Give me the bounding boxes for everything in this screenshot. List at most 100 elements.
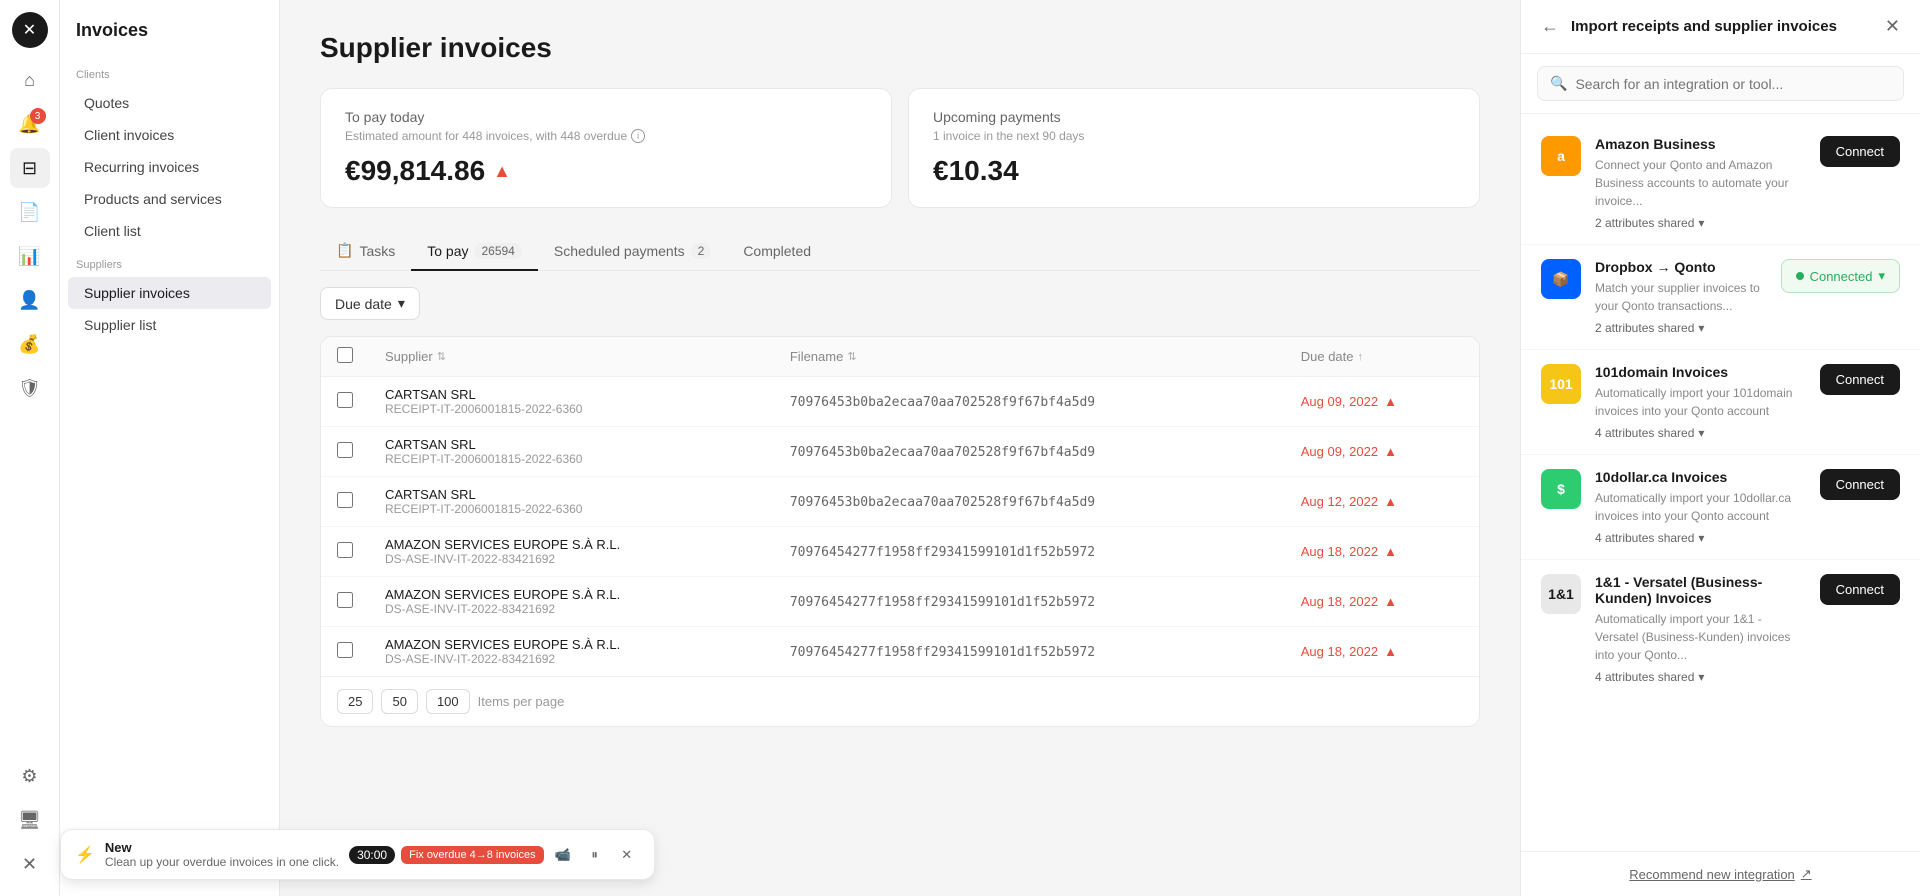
chevron-down-icon: ▾ bbox=[1698, 426, 1704, 440]
integration-attrs-dropbox-qonto[interactable]: 2 attributes shared ▾ bbox=[1595, 321, 1767, 335]
notif-icon: ⚡ bbox=[75, 845, 95, 865]
page-title: Supplier invoices bbox=[320, 32, 1480, 64]
notif-action[interactable]: Fix overdue 4→8 invoices bbox=[401, 846, 544, 864]
right-panel: ← Import receipts and supplier invoices … bbox=[1520, 0, 1920, 896]
sidebar-item-savings[interactable]: 💰 bbox=[10, 324, 50, 364]
row-checkbox[interactable] bbox=[337, 642, 353, 658]
connect-button-amazon-business[interactable]: Connect bbox=[1820, 136, 1900, 167]
tab-completed[interactable]: Completed bbox=[727, 232, 827, 271]
notif-timer: 30:00 bbox=[349, 846, 395, 864]
integration-name-10dollar: 10dollar.ca Invoices bbox=[1595, 469, 1806, 485]
panel-search: 🔍 bbox=[1521, 54, 1920, 114]
recommend-link[interactable]: Recommend new integration ↗ bbox=[1629, 866, 1811, 882]
filename-cell: 70976453b0ba2ecaa70aa702528f9f67bf4a5d9 bbox=[774, 377, 1285, 427]
sidebar-item-recurring-invoices[interactable]: Recurring invoices bbox=[68, 151, 271, 183]
sidebar-item-quotes[interactable]: Quotes bbox=[68, 87, 271, 119]
close-icon[interactable]: ✕ bbox=[12, 12, 48, 48]
filename-value: 70976454277f1958ff29341599101d1f52b5972 bbox=[790, 545, 1095, 560]
sidebar-item-close-app[interactable]: ✕ bbox=[10, 844, 50, 884]
tab-to-pay[interactable]: To pay 26594 bbox=[411, 232, 538, 271]
tab-tasks[interactable]: 📋 Tasks bbox=[320, 232, 411, 271]
sidebar-item-home[interactable]: ⌂ bbox=[10, 60, 50, 100]
integration-info-101domain: 101domain Invoices Automatically import … bbox=[1595, 364, 1806, 440]
tabs: 📋 Tasks To pay 26594 Scheduled payments … bbox=[320, 232, 1480, 271]
connect-button-10dollar[interactable]: Connect bbox=[1820, 469, 1900, 500]
overdue-icon: ▲ bbox=[1384, 594, 1397, 609]
row-checkbox[interactable] bbox=[337, 442, 353, 458]
supplier-sort-icon[interactable]: ⇅ bbox=[437, 350, 446, 363]
supplier-ref: DS-ASE-INV-IT-2022-83421692 bbox=[385, 652, 758, 666]
integration-name-dropbox-qonto: Dropbox → Qonto bbox=[1595, 259, 1767, 275]
sidebar-item-supplier-list[interactable]: Supplier list bbox=[68, 309, 271, 341]
sidebar-item-analytics[interactable]: 📊 bbox=[10, 236, 50, 276]
integration-attrs-amazon-business[interactable]: 2 attributes shared ▾ bbox=[1595, 216, 1806, 230]
due-date-value: Aug 18, 2022 ▲ bbox=[1301, 644, 1463, 659]
chevron-down-icon: ▾ bbox=[1698, 216, 1704, 230]
due-date-cell: Aug 09, 2022 ▲ bbox=[1285, 427, 1479, 477]
connect-button-versatel[interactable]: Connect bbox=[1820, 574, 1900, 605]
table-row[interactable]: CARTSAN SRL RECEIPT-IT-2006001815-2022-6… bbox=[321, 477, 1479, 527]
sidebar-item-settings[interactable]: ⚙ bbox=[10, 756, 50, 796]
integration-item-101domain: 101 101domain Invoices Automatically imp… bbox=[1521, 350, 1920, 455]
sidebar-item-screen[interactable]: 🖥 bbox=[10, 800, 50, 840]
filename-value: 70976453b0ba2ecaa70aa702528f9f67bf4a5d9 bbox=[790, 445, 1095, 460]
row-checkbox[interactable] bbox=[337, 592, 353, 608]
filename-cell: 70976454277f1958ff29341599101d1f52b5972 bbox=[774, 577, 1285, 627]
due-date-cell: Aug 18, 2022 ▲ bbox=[1285, 577, 1479, 627]
row-checkbox[interactable] bbox=[337, 542, 353, 558]
select-all-checkbox[interactable] bbox=[337, 347, 353, 363]
row-checkbox[interactable] bbox=[337, 392, 353, 408]
notif-pause-btn[interactable]: ⏸ bbox=[582, 842, 608, 868]
sidebar-item-client-list[interactable]: Client list bbox=[68, 215, 271, 247]
due-date-filter[interactable]: Due date ▾ bbox=[320, 287, 420, 320]
sidebar-suppliers-label: Suppliers bbox=[60, 247, 279, 277]
supplier-cell: AMAZON SERVICES EUROPE S.À R.L. DS-ASE-I… bbox=[369, 577, 774, 627]
sidebar-item-products-services[interactable]: Products and services bbox=[68, 183, 271, 215]
due-date-value: Aug 12, 2022 ▲ bbox=[1301, 494, 1463, 509]
table-row[interactable]: CARTSAN SRL RECEIPT-IT-2006001815-2022-6… bbox=[321, 377, 1479, 427]
integration-item-versatel: 1&1 1&1 - Versatel (Business-Kunden) Inv… bbox=[1521, 560, 1920, 698]
sidebar-item-people[interactable]: 👤 bbox=[10, 280, 50, 320]
panel-close-button[interactable]: ✕ bbox=[1885, 16, 1900, 37]
connect-button-101domain[interactable]: Connect bbox=[1820, 364, 1900, 395]
to-pay-card: To pay today Estimated amount for 448 in… bbox=[320, 88, 892, 208]
row-checkbox[interactable] bbox=[337, 492, 353, 508]
sidebar-item-supplier-invoices[interactable]: Supplier invoices bbox=[68, 277, 271, 309]
table-row[interactable]: AMAZON SERVICES EUROPE S.À R.L. DS-ASE-I… bbox=[321, 527, 1479, 577]
invoices-table: Supplier ⇅ Filename ⇅ Due date ↑ CARTSAN… bbox=[320, 336, 1480, 727]
pagination-100[interactable]: 100 bbox=[426, 689, 470, 714]
overdue-icon: ▲ bbox=[1384, 394, 1397, 409]
sidebar-item-notifications[interactable]: 🔔 3 bbox=[10, 104, 50, 144]
table-row[interactable]: AMAZON SERVICES EUROPE S.À R.L. DS-ASE-I… bbox=[321, 627, 1479, 677]
integration-attrs-101domain[interactable]: 4 attributes shared ▾ bbox=[1595, 426, 1806, 440]
filter-row: Due date ▾ bbox=[320, 287, 1480, 320]
integration-attrs-10dollar[interactable]: 4 attributes shared ▾ bbox=[1595, 531, 1806, 545]
supplier-ref: DS-ASE-INV-IT-2022-83421692 bbox=[385, 552, 758, 566]
due-date-sort-icon[interactable]: ↑ bbox=[1358, 351, 1364, 363]
integration-logo-101domain: 101 bbox=[1541, 364, 1581, 404]
connected-button-dropbox-qonto[interactable]: Connected ▾ bbox=[1781, 259, 1900, 293]
pagination-25[interactable]: 25 bbox=[337, 689, 373, 714]
filename-value: 70976454277f1958ff29341599101d1f52b5972 bbox=[790, 645, 1095, 660]
table-row[interactable]: CARTSAN SRL RECEIPT-IT-2006001815-2022-6… bbox=[321, 427, 1479, 477]
notif-video-btn[interactable]: 📹 bbox=[550, 842, 576, 868]
tab-scheduled[interactable]: Scheduled payments 2 bbox=[538, 232, 727, 271]
integration-attrs-versatel[interactable]: 4 attributes shared ▾ bbox=[1595, 670, 1806, 684]
integration-logo-amazon-business: a bbox=[1541, 136, 1581, 176]
overdue-icon: ▲ bbox=[1384, 494, 1397, 509]
supplier-name: CARTSAN SRL bbox=[385, 487, 758, 502]
panel-back-button[interactable]: ← bbox=[1541, 16, 1559, 37]
supplier-ref: DS-ASE-INV-IT-2022-83421692 bbox=[385, 602, 758, 616]
filename-sort-icon[interactable]: ⇅ bbox=[847, 350, 856, 363]
table-row[interactable]: AMAZON SERVICES EUROPE S.À R.L. DS-ASE-I… bbox=[321, 577, 1479, 627]
sidebar-item-invoices[interactable]: 📄 bbox=[10, 192, 50, 232]
info-icon[interactable]: i bbox=[631, 129, 645, 143]
upcoming-card: Upcoming payments 1 invoice in the next … bbox=[908, 88, 1480, 208]
sidebar-item-dashboard[interactable]: ⊟ bbox=[10, 148, 50, 188]
search-input[interactable] bbox=[1575, 76, 1891, 92]
sidebar-item-security[interactable]: 🛡 bbox=[10, 368, 50, 408]
integration-logo-10dollar: $ bbox=[1541, 469, 1581, 509]
pagination-50[interactable]: 50 bbox=[381, 689, 417, 714]
sidebar-item-client-invoices[interactable]: Client invoices bbox=[68, 119, 271, 151]
notif-dismiss-btn[interactable]: ✕ bbox=[614, 842, 640, 868]
